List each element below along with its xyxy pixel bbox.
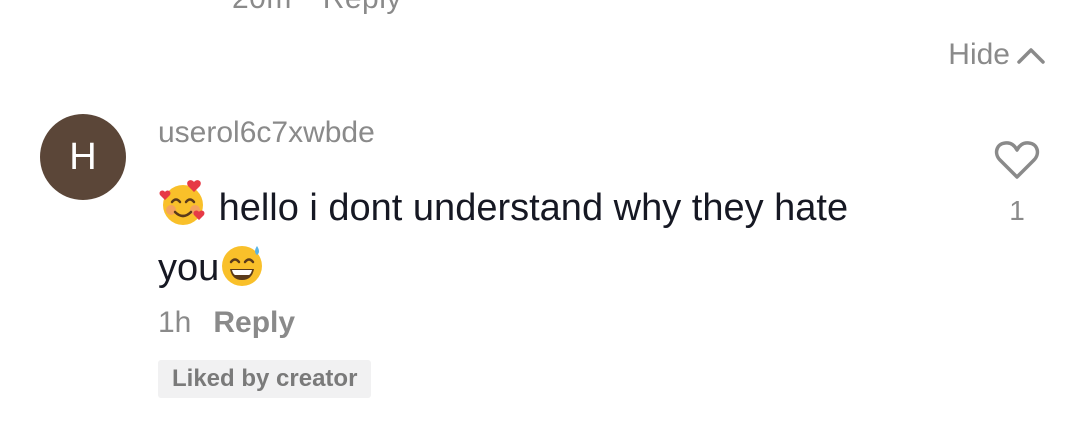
grinning-sweat-emoji bbox=[222, 246, 263, 286]
hide-label: Hide bbox=[948, 38, 1010, 71]
avatar-letter: H bbox=[69, 135, 97, 178]
comment-text: hello i dont understand why they hate yo… bbox=[158, 178, 958, 298]
comment-text-line2: you bbox=[158, 247, 220, 289]
username[interactable]: userol6c7xwbde bbox=[158, 116, 375, 150]
like-count: 1 bbox=[1009, 195, 1025, 226]
comment-time: 1h bbox=[158, 306, 192, 339]
like-button[interactable]: 1 bbox=[994, 140, 1040, 227]
comment-meta: 1h Reply bbox=[158, 306, 295, 340]
comment-text-line1: hello i dont understand why they hate bbox=[218, 187, 849, 229]
previous-comment-reply[interactable]: Reply bbox=[323, 0, 402, 15]
smiling-face-with-hearts-emoji bbox=[159, 180, 205, 225]
chevron-up-icon bbox=[1017, 48, 1045, 64]
hide-replies-button[interactable]: Hide bbox=[948, 38, 1046, 72]
heart-outline-icon bbox=[994, 141, 1040, 179]
previous-comment-time: 20m bbox=[232, 0, 292, 15]
liked-by-creator-badge: Liked by creator bbox=[158, 360, 372, 398]
reply-button[interactable]: Reply bbox=[213, 306, 295, 340]
previous-comment-meta: 20m Reply bbox=[232, 0, 424, 16]
avatar[interactable]: H bbox=[40, 114, 126, 200]
